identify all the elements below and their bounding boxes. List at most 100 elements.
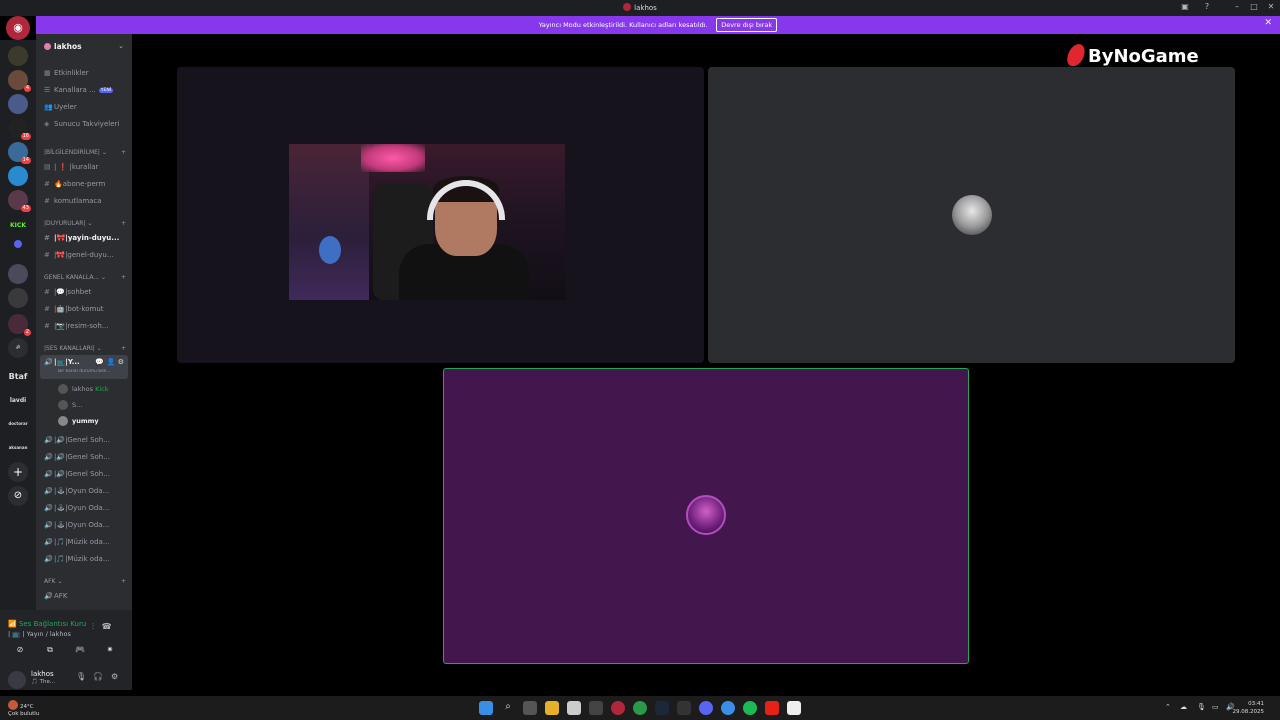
category-header[interactable]: |BİLGİLENDİRİLME| ⌄ + bbox=[44, 149, 126, 156]
voice-connection-panel: 📶 Ses Bağlantısı Kuru | 📺 | Yayın / lakh… bbox=[0, 610, 132, 690]
category-header[interactable]: AFK ⌄ + bbox=[44, 578, 126, 585]
voice-location[interactable]: | 📺 | Yayın / lakhos bbox=[8, 630, 71, 638]
screen-share-icon[interactable]: ⧉ bbox=[38, 642, 62, 658]
add-server-icon[interactable]: + bbox=[8, 462, 28, 482]
server-icon[interactable]: lavdi bbox=[2, 397, 34, 404]
app-icon[interactable] bbox=[611, 701, 625, 715]
voice-member[interactable]: yummy bbox=[58, 416, 99, 426]
close-window-button[interactable]: ✕ bbox=[1264, 2, 1278, 11]
category-header[interactable]: |DUYURULAR| ⌄ + bbox=[44, 220, 126, 227]
voice-channel-actions[interactable]: 💬 👤 ⚙ bbox=[95, 358, 124, 366]
sidebar-item-boosts[interactable]: ◈ Sunucu Takviyeleri bbox=[44, 120, 130, 128]
add-channel-icon[interactable]: + bbox=[121, 220, 126, 227]
discover-icon[interactable]: ⊘ bbox=[8, 486, 28, 506]
voice-channel[interactable]: 🔊|🕹|Oyun Oda... bbox=[44, 504, 130, 512]
text-channel[interactable]: # 🔥abone-perm bbox=[44, 180, 130, 188]
server-icon[interactable]: 14 bbox=[8, 142, 31, 164]
server-icon[interactable]: 2 bbox=[8, 314, 31, 336]
text-channel[interactable]: # |🤖|bot-komut bbox=[44, 305, 130, 313]
inbox-icon[interactable]: ▣ bbox=[1178, 2, 1192, 11]
weather-widget[interactable]: 24°C Çok bulutlu bbox=[8, 700, 39, 718]
voice-channel[interactable]: 🔊|🕹|Oyun Oda... bbox=[44, 521, 130, 529]
category-header[interactable]: |SES KANALLARI| ⌄ + bbox=[44, 345, 126, 352]
server-icon[interactable] bbox=[8, 94, 28, 114]
server-icon[interactable]: aksanan bbox=[2, 445, 34, 450]
tray-icon[interactable]: ☁ bbox=[1180, 703, 1187, 711]
microphone-icon[interactable]: 🎙 bbox=[1197, 703, 1206, 711]
steam-icon[interactable] bbox=[655, 701, 669, 715]
server-icon[interactable] bbox=[8, 264, 28, 284]
text-channel-unread[interactable]: # |🎀|yayin-duyu... bbox=[44, 234, 130, 242]
discord-icon[interactable] bbox=[699, 701, 713, 715]
youtube-icon[interactable] bbox=[765, 701, 779, 715]
voice-channel[interactable]: 🔊|🔊|Genel Soh... bbox=[44, 436, 130, 444]
server-icon[interactable] bbox=[8, 166, 28, 186]
chevron-up-icon[interactable]: ⌃ bbox=[1165, 703, 1171, 711]
file-explorer-icon[interactable] bbox=[545, 701, 559, 715]
app-icon[interactable] bbox=[677, 701, 691, 715]
app-icon[interactable] bbox=[721, 701, 735, 715]
add-channel-icon[interactable]: + bbox=[121, 149, 126, 156]
minimize-button[interactable]: – bbox=[1230, 2, 1244, 11]
kick-server-icon[interactable]: KICK bbox=[8, 216, 28, 236]
server-icon[interactable]: 4 bbox=[8, 70, 31, 92]
voice-channel[interactable]: 🔊|🔊|Genel Soh... bbox=[44, 453, 130, 461]
start-icon[interactable] bbox=[479, 701, 493, 715]
camera-off-icon[interactable]: ⊘ bbox=[8, 642, 32, 658]
chevron-down-icon[interactable]: ⌄ bbox=[118, 42, 124, 50]
avatar[interactable] bbox=[8, 671, 26, 689]
capcut-icon[interactable] bbox=[787, 701, 801, 715]
text-channel[interactable]: ▤ | ❗ |kurallar bbox=[44, 163, 130, 171]
server-icon[interactable]: doctorar bbox=[2, 421, 34, 426]
text-channel[interactable]: # |💬|sohbet bbox=[44, 288, 130, 296]
voice-connected-status[interactable]: 📶 Ses Bağlantısı Kuru bbox=[8, 620, 86, 628]
text-channel[interactable]: # |🎀|genel-duyu... bbox=[44, 251, 130, 259]
clock[interactable]: 03:41 29.08.2025 bbox=[1233, 700, 1265, 716]
close-icon[interactable]: ✕ bbox=[1264, 18, 1272, 28]
voice-channel[interactable]: 🔊|🎵|Müzik oda... bbox=[44, 538, 130, 546]
store-icon[interactable] bbox=[567, 701, 581, 715]
sidebar-item-channels[interactable]: ☰ Kanallara ... YENİ bbox=[44, 86, 130, 94]
sidebar-item-members[interactable]: 👥Üyeler bbox=[44, 103, 130, 111]
sidebar-item-events[interactable]: ▦ Etkinlikler bbox=[44, 69, 130, 77]
app-icon[interactable] bbox=[589, 701, 603, 715]
add-channel-icon[interactable]: + bbox=[121, 578, 126, 585]
server-name[interactable]: lakhos bbox=[44, 42, 82, 51]
add-channel-icon[interactable]: + bbox=[121, 345, 126, 352]
category-header[interactable]: GENEL KANALLA... ⌄ + bbox=[44, 274, 126, 281]
server-icon[interactable]: Btaf bbox=[2, 372, 34, 381]
server-icon[interactable] bbox=[8, 288, 28, 308]
maximize-button[interactable]: □ bbox=[1247, 2, 1261, 11]
gear-icon[interactable]: ⚙ bbox=[111, 672, 118, 681]
voice-channel[interactable]: 🔊|🕹|Oyun Oda... bbox=[44, 487, 130, 495]
text-channel[interactable]: # komutlamaca bbox=[44, 197, 130, 205]
server-icon[interactable]: 43 bbox=[8, 190, 31, 212]
network-icon[interactable]: ▭ bbox=[1212, 703, 1219, 711]
soundboard-icon[interactable]: ✷ bbox=[98, 642, 122, 658]
chrome-icon[interactable] bbox=[633, 701, 647, 715]
microphone-icon[interactable]: 🎙 bbox=[76, 672, 86, 681]
help-icon[interactable]: ? bbox=[1200, 2, 1214, 11]
search-icon[interactable]: ⌕ bbox=[501, 701, 515, 715]
voice-channel[interactable]: 🔊|🎵|Müzik oda... bbox=[44, 555, 130, 563]
voice-channel-status[interactable]: Bir kanal durumu beli... bbox=[58, 369, 124, 374]
voice-member[interactable]: lakhos Kick bbox=[58, 384, 109, 394]
voice-member[interactable]: S... bbox=[58, 400, 82, 410]
activities-icon[interactable]: 🎮 bbox=[68, 642, 92, 658]
disable-streamer-mode-button[interactable]: Devre dışı bırak bbox=[716, 18, 778, 32]
disconnect-icon[interactable]: ☎ bbox=[102, 622, 112, 631]
task-view-icon[interactable] bbox=[523, 701, 537, 715]
voice-channel[interactable]: 🔊AFK bbox=[44, 592, 130, 600]
voice-channel[interactable]: 🔊|🔊|Genel Soh... bbox=[44, 470, 130, 478]
discord-home-icon[interactable]: ◉ bbox=[6, 16, 30, 40]
headphones-icon[interactable]: 🎧 bbox=[93, 672, 103, 681]
text-channel[interactable]: # |📷|resim-soh... bbox=[44, 322, 130, 330]
folder-icon[interactable] bbox=[14, 240, 22, 248]
server-icon[interactable] bbox=[8, 46, 28, 66]
server-icon[interactable]: 16 bbox=[8, 118, 31, 140]
speaker-icon: 🔊 bbox=[44, 487, 53, 495]
spotify-icon[interactable] bbox=[743, 701, 757, 715]
server-icon[interactable]: ॐ bbox=[8, 338, 28, 358]
add-channel-icon[interactable]: + bbox=[121, 274, 126, 281]
noise-suppression-icon[interactable]: ⫶ bbox=[92, 622, 94, 631]
